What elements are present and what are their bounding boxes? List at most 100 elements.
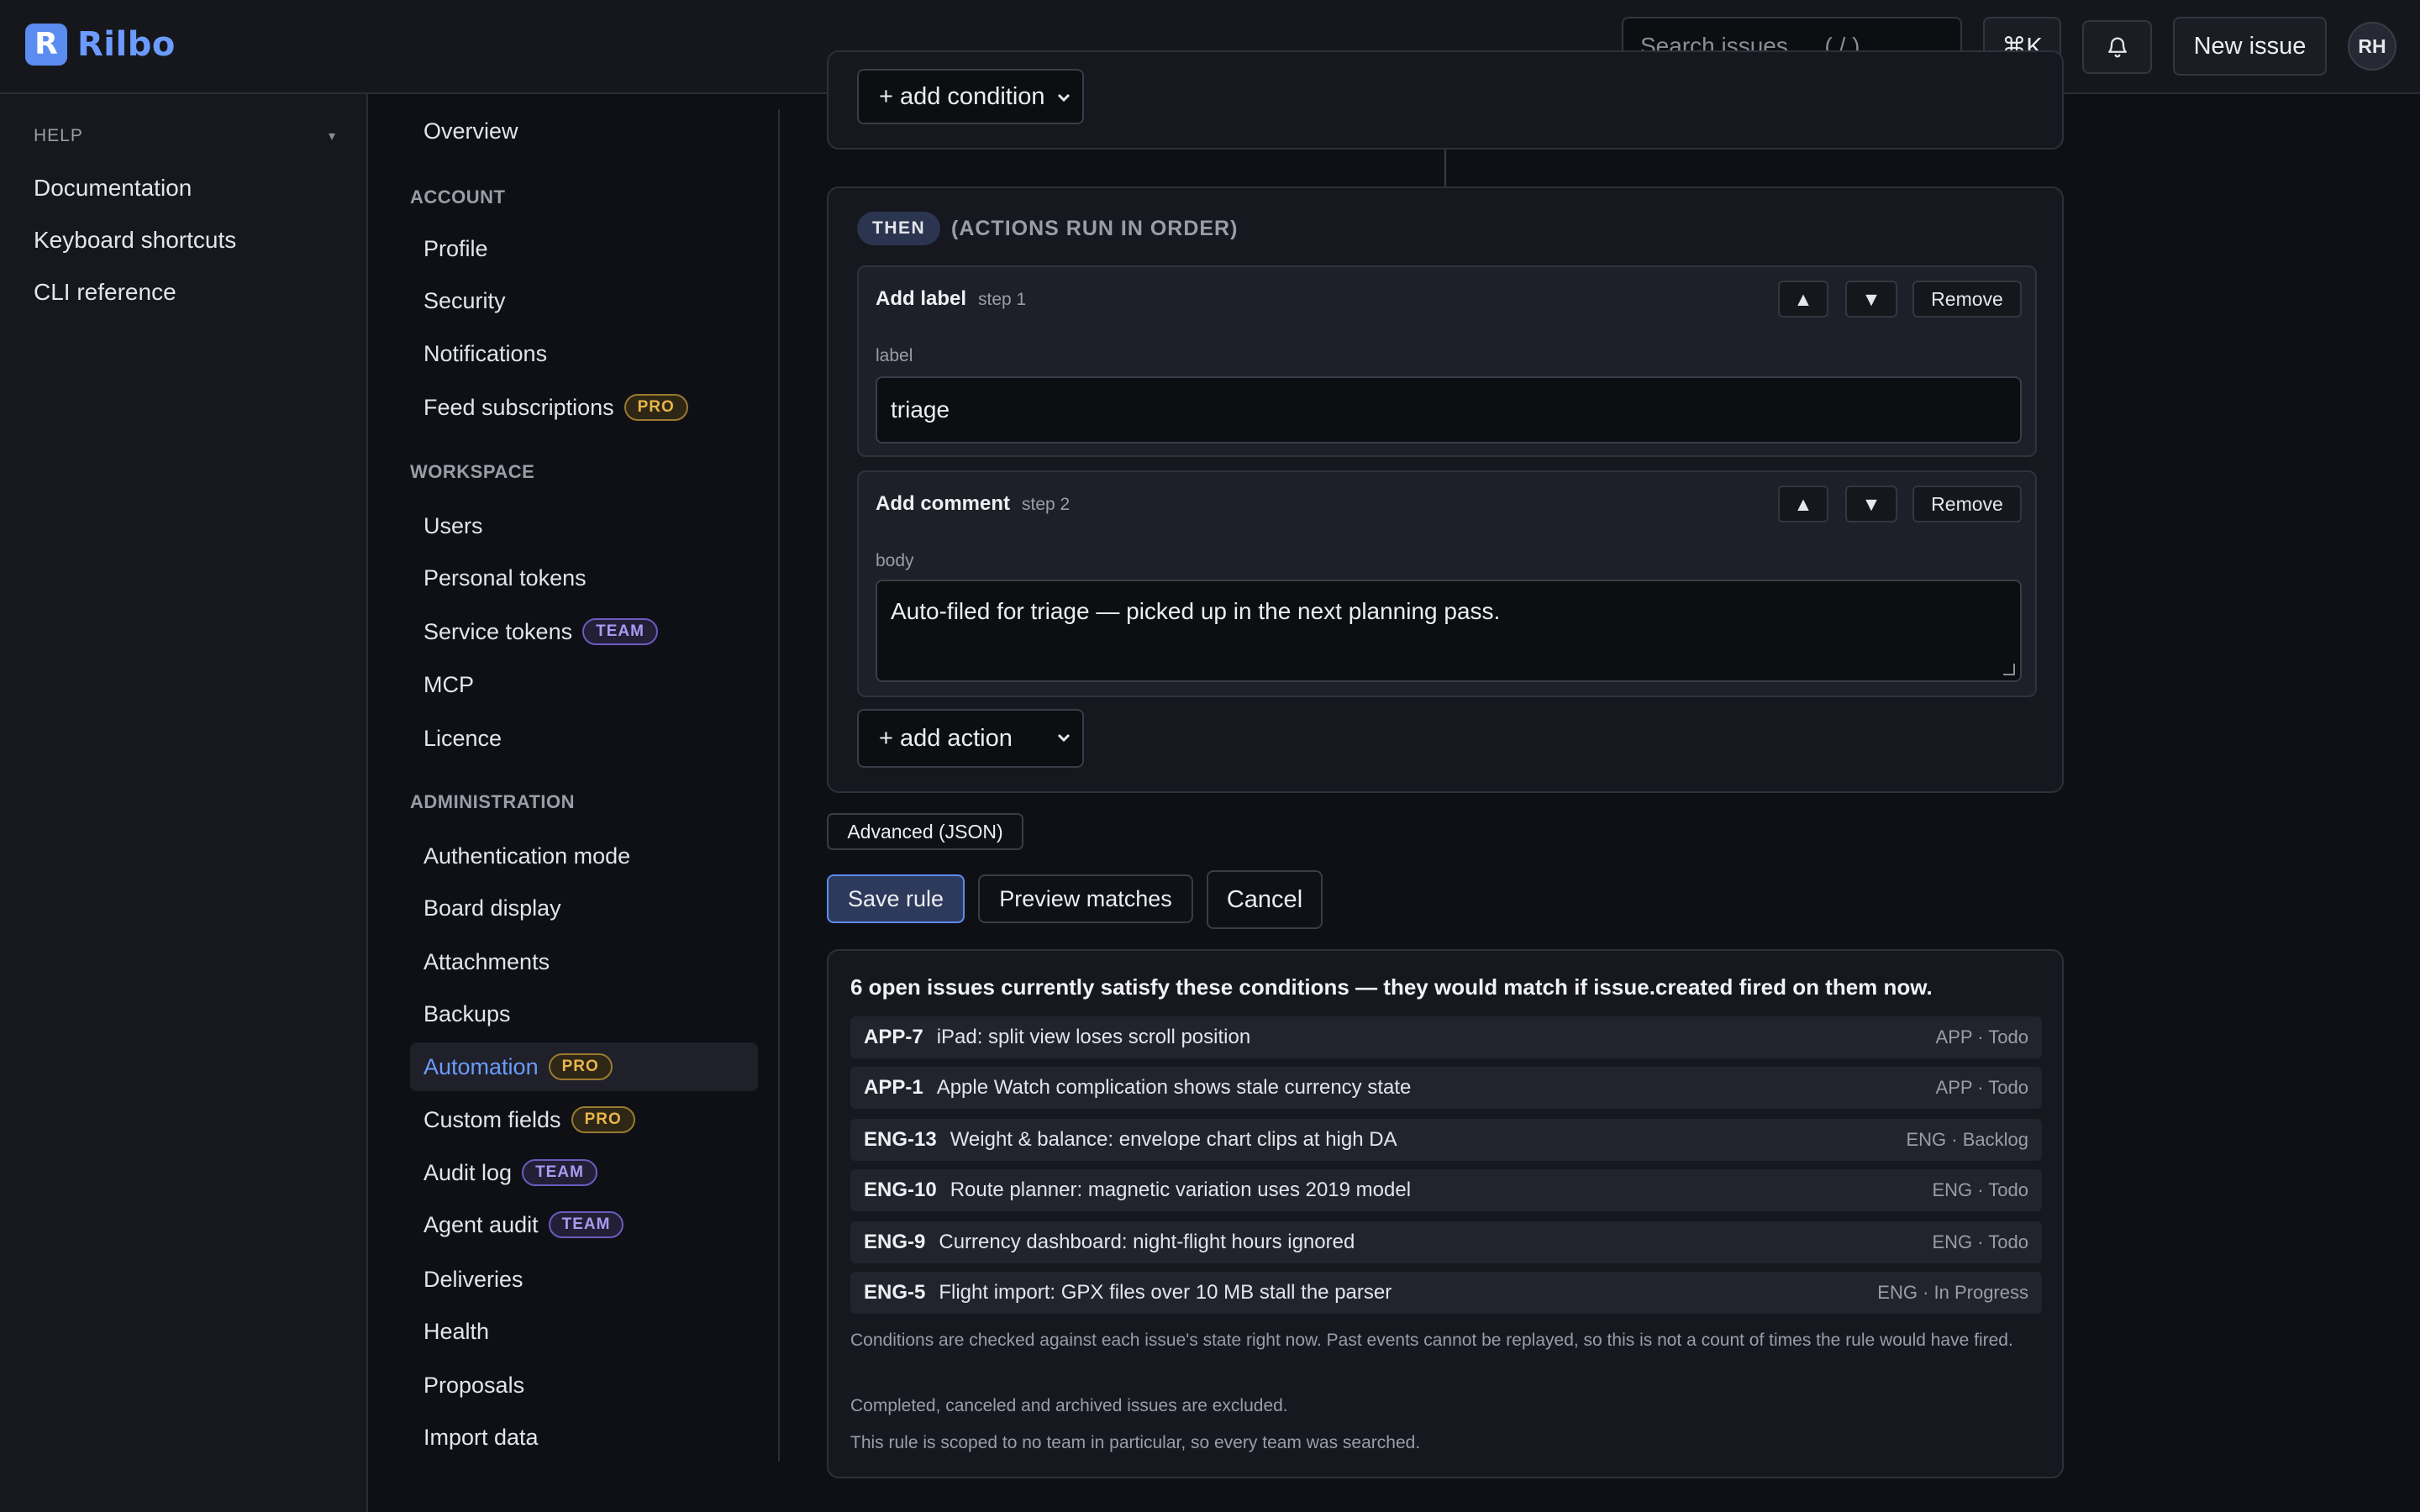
- nav-section-workspace: WORKSPACE: [410, 461, 535, 482]
- new-issue-button[interactable]: New issue: [2173, 17, 2327, 76]
- issue-key: ENG-10: [864, 1179, 937, 1201]
- step-title: Add label step 1: [876, 287, 1026, 311]
- nav-item-service-tokens[interactable]: Service tokens TEAM: [410, 607, 758, 656]
- step-number: step 2: [1022, 495, 1071, 514]
- resize-handle[interactable]: [2003, 664, 2015, 675]
- issue-title: Currency dashboard: night-flight hours i…: [939, 1231, 1355, 1253]
- add-condition-select[interactable]: + add condition: [857, 69, 1084, 124]
- nav-divider: [778, 109, 780, 1462]
- preview-note: This rule is scoped to no team in partic…: [850, 1433, 1421, 1452]
- nav-item-attachments[interactable]: Attachments: [410, 937, 758, 986]
- nav-item-users[interactable]: Users: [410, 501, 758, 550]
- nav-item-automation[interactable]: Automation PRO: [410, 1042, 758, 1091]
- issue-key: ENG-9: [864, 1231, 926, 1253]
- move-down-button[interactable]: ▼: [1845, 486, 1897, 522]
- settings-nav: Overview ACCOUNT Profile Security Notifi…: [370, 94, 780, 1512]
- team-badge: TEAM: [522, 1159, 597, 1186]
- remove-step-button[interactable]: Remove: [1912, 486, 2022, 522]
- nav-item-deliveries[interactable]: Deliveries: [410, 1255, 758, 1304]
- issue-title: Flight import: GPX files over 10 MB stal…: [939, 1281, 1392, 1304]
- flow-connector: [1444, 150, 1446, 186]
- chevron-down-icon: ▾: [328, 129, 336, 144]
- nav-item-feed-subscriptions[interactable]: Feed subscriptions PRO: [410, 383, 758, 432]
- preview-summary: 6 open issues currently satisfy these co…: [850, 974, 1933, 1000]
- nav-item-licence[interactable]: Licence: [410, 714, 758, 763]
- add-action-label: + add action: [879, 724, 1013, 752]
- nav-item-label: Agent audit: [424, 1211, 539, 1237]
- issue-meta: ENG · Todo: [1932, 1231, 2028, 1252]
- issue-row[interactable]: ENG-13 Weight & balance: envelope chart …: [850, 1119, 2042, 1161]
- nav-item-label: Custom fields: [424, 1106, 561, 1132]
- help-link-keyboard-shortcuts[interactable]: Keyboard shortcuts: [34, 227, 236, 254]
- issue-row[interactable]: APP-7 iPad: split view loses scroll posi…: [850, 1016, 2042, 1058]
- nav-section-account: ACCOUNT: [410, 186, 506, 207]
- bell-icon: [2107, 37, 2127, 58]
- issue-meta: ENG · Backlog: [1906, 1129, 2029, 1150]
- issue-key: ENG-13: [864, 1128, 937, 1151]
- preview-matches-button[interactable]: Preview matches: [978, 874, 1193, 923]
- pro-badge: PRO: [571, 1106, 635, 1133]
- nav-item-label: Feed subscriptions: [424, 394, 614, 420]
- app-name: Rilbo: [77, 25, 176, 64]
- issue-meta: APP · Todo: [1935, 1077, 2028, 1098]
- move-up-button[interactable]: ▲: [1778, 281, 1828, 318]
- issue-title: iPad: split view loses scroll position: [936, 1026, 1251, 1048]
- issue-row[interactable]: ENG-9 Currency dashboard: night-flight h…: [850, 1221, 2042, 1263]
- help-link-cli-reference[interactable]: CLI reference: [34, 279, 176, 306]
- move-up-button[interactable]: ▲: [1778, 486, 1828, 522]
- nav-item-security[interactable]: Security: [410, 276, 758, 325]
- nav-item-backups[interactable]: Backups: [410, 990, 758, 1038]
- then-pill: THEN: [857, 212, 941, 245]
- issue-meta: ENG · Todo: [1932, 1179, 2028, 1200]
- help-sidebar: HELP ▾ Documentation Keyboard shortcuts …: [0, 94, 368, 1512]
- action-step-2: Add comment step 2 ▲ ▼ Remove body Auto-f…: [857, 470, 2037, 697]
- issue-row[interactable]: ENG-10 Route planner: magnetic variation…: [850, 1169, 2042, 1211]
- pro-badge: PRO: [548, 1053, 613, 1080]
- nav-item-label: Service tokens: [424, 618, 573, 644]
- issue-key: APP-7: [864, 1026, 923, 1048]
- conditions-panel: + add condition: [827, 50, 2064, 150]
- label-input[interactable]: [876, 376, 2022, 444]
- nav-section-administration: ADMINISTRATION: [410, 791, 576, 812]
- nav-item-agent-audit[interactable]: Agent audit TEAM: [410, 1200, 758, 1249]
- nav-item-authentication-mode[interactable]: Authentication mode: [410, 832, 758, 880]
- nav-item-profile[interactable]: Profile: [410, 224, 758, 273]
- issue-row[interactable]: ENG-5 Flight import: GPX files over 10 M…: [850, 1272, 2042, 1314]
- nav-item-personal-tokens[interactable]: Personal tokens: [410, 554, 758, 602]
- issue-title: Weight & balance: envelope chart clips a…: [950, 1128, 1397, 1151]
- nav-item-board-display[interactable]: Board display: [410, 884, 758, 932]
- cancel-button[interactable]: Cancel: [1207, 870, 1323, 929]
- add-action-select[interactable]: + add action: [857, 709, 1084, 768]
- nav-item-import-data[interactable]: Import data: [410, 1413, 758, 1462]
- nav-item-custom-fields[interactable]: Custom fields PRO: [410, 1095, 758, 1144]
- issue-meta: APP · Todo: [1935, 1026, 2028, 1047]
- help-link-documentation[interactable]: Documentation: [34, 175, 192, 202]
- help-section-toggle[interactable]: HELP ▾: [34, 126, 336, 146]
- nav-item-audit-log[interactable]: Audit log TEAM: [410, 1148, 758, 1197]
- preview-matches-panel: 6 open issues currently satisfy these co…: [827, 949, 2064, 1478]
- nav-item-label: Automation: [424, 1053, 539, 1079]
- field-label: body: [876, 551, 914, 570]
- team-badge: TEAM: [548, 1211, 624, 1238]
- step-title: Add comment step 2: [876, 492, 1070, 516]
- save-rule-button[interactable]: Save rule: [827, 874, 965, 923]
- chevron-down-icon: [1057, 729, 1071, 747]
- nav-item-proposals[interactable]: Proposals: [410, 1361, 758, 1410]
- then-note: (ACTIONS RUN IN ORDER): [951, 217, 1239, 240]
- body-textarea[interactable]: Auto-filed for triage — picked up in the…: [876, 580, 2022, 682]
- preview-note: Completed, canceled and archived issues …: [850, 1396, 1288, 1415]
- move-down-button[interactable]: ▼: [1845, 281, 1897, 318]
- user-avatar[interactable]: RH: [2348, 22, 2396, 71]
- step-title-text: Add comment: [876, 492, 1011, 515]
- nav-item-health[interactable]: Health: [410, 1307, 758, 1356]
- app-logo[interactable]: R Rilbo: [25, 24, 176, 66]
- issue-row[interactable]: APP-1 Apple Watch complication shows sta…: [850, 1067, 2042, 1109]
- nav-item-notifications[interactable]: Notifications: [410, 329, 758, 378]
- step-number: step 1: [978, 290, 1027, 309]
- advanced-json-button[interactable]: Advanced (JSON): [827, 813, 1023, 850]
- issue-meta: ENG · In Progress: [1877, 1282, 2028, 1303]
- nav-item-mcp[interactable]: MCP: [410, 660, 758, 709]
- nav-item-overview[interactable]: Overview: [410, 107, 758, 155]
- notifications-button[interactable]: [2082, 20, 2152, 74]
- remove-step-button[interactable]: Remove: [1912, 281, 2022, 318]
